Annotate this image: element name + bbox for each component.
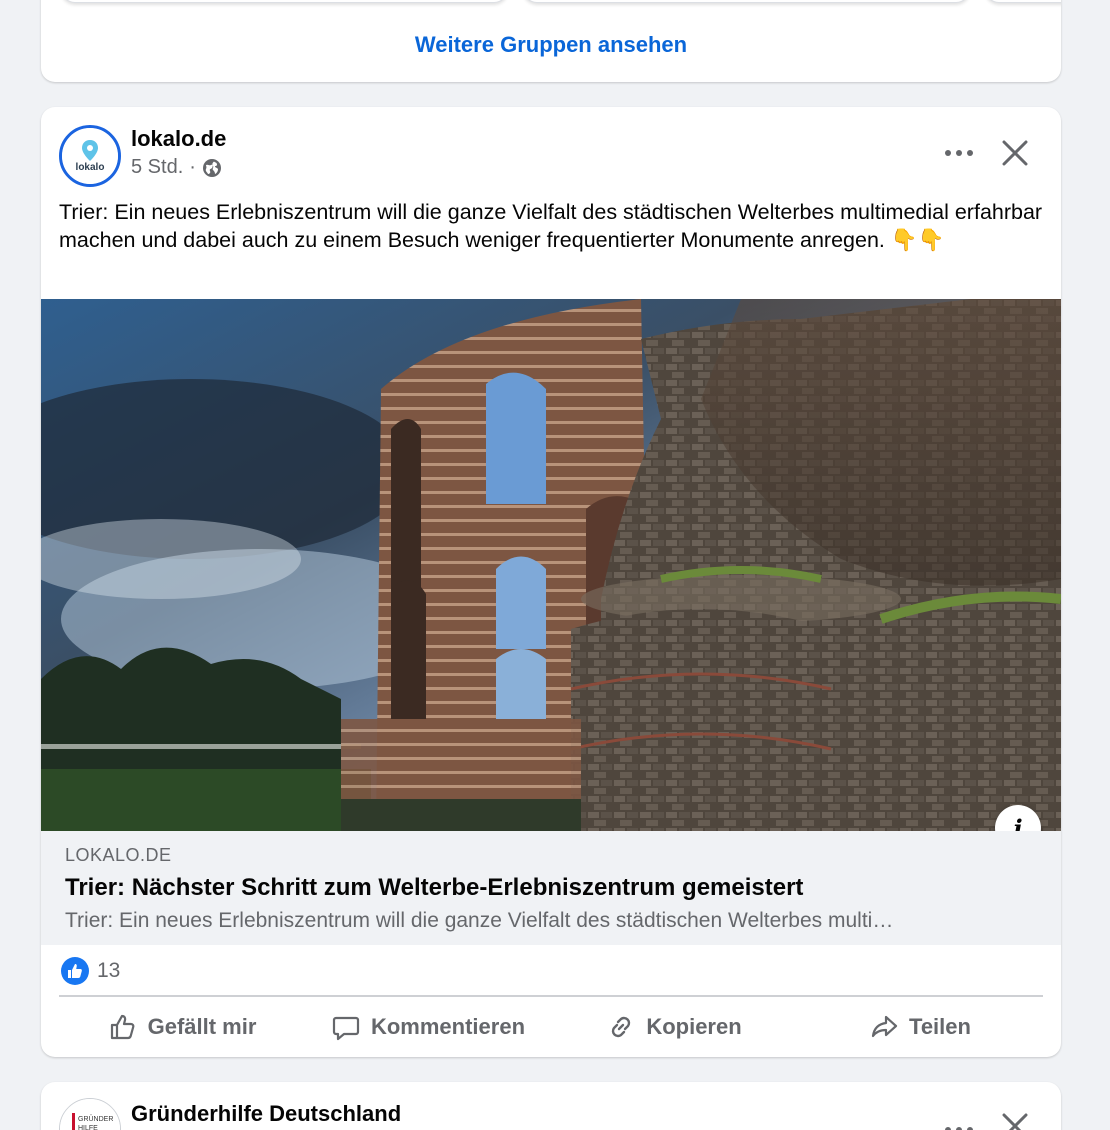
post-author[interactable]: Gründerhilfe Deutschland [131,1101,401,1127]
link-icon [612,1016,631,1038]
reaction-count: 13 [97,959,121,982]
post-meta: 5 Std. · [131,156,222,179]
avatar[interactable]: GRÜNDER HILFE [59,1098,121,1130]
link-preview[interactable]: LOKALO.DE Trier: Nächster Schritt zum We… [41,831,1061,945]
hide-post-button[interactable] [997,135,1033,171]
thumbs-up-icon [110,1014,135,1040]
hide-post-button[interactable] [997,1108,1033,1130]
see-more-groups-link[interactable]: Weitere Gruppen ansehen [41,32,1061,58]
globe-icon [202,158,221,177]
divider [59,995,1043,997]
svg-text:HILFE: HILFE [78,1125,98,1130]
lokalo-logo: lokalo [62,128,118,184]
meta-separator: · [189,156,196,178]
more-options-button[interactable] [939,1108,979,1130]
group-tile[interactable] [985,0,1061,3]
like-button[interactable]: Gefällt mir [59,1001,305,1053]
avatar[interactable]: lokalo [59,125,121,187]
share-button[interactable]: Teilen [797,1001,1043,1053]
group-tile[interactable] [61,0,508,3]
post-time[interactable]: 5 Std. [131,156,183,179]
link-title[interactable]: Trier: Nächster Schritt zum Welterbe-Erl… [65,874,803,902]
comment-label: Kommentieren [370,1014,526,1039]
copy-link-button[interactable]: Kopieren [551,1001,797,1053]
link-description: Trier: Ein neues Erlebniszentrum will di… [65,909,894,932]
svg-text:lokalo: lokalo [76,162,105,173]
close-icon [1002,140,1028,166]
ellipsis-icon [945,1127,973,1130]
groups-suggestions-card: Weitere Gruppen ansehen [41,0,1061,82]
ellipsis-icon [945,150,973,156]
close-icon [1002,1113,1028,1130]
link-domain: LOKALO.DE [65,845,172,865]
group-tile[interactable] [523,0,970,3]
post-author[interactable]: lokalo.de [131,126,226,152]
copy-label: Kopieren [646,1014,742,1039]
like-label: Gefällt mir [147,1014,257,1039]
more-options-button[interactable] [939,137,979,169]
feed-post: lokalo lokalo.de 5 Std. · Trier: Ein neu… [41,107,1061,1057]
comment-button[interactable]: Kommentieren [305,1001,551,1053]
feed-post: GRÜNDER HILFE Gründerhilfe Deutschland [41,1082,1061,1130]
comment-icon [332,1016,360,1041]
post-actions: Gefällt mir Kommentieren Kopieren Teilen [59,1001,1043,1053]
reaction-summary[interactable]: 13 [61,957,120,985]
svg-text:GRÜNDER: GRÜNDER [78,1115,113,1123]
gruenderhilfe-logo: GRÜNDER HILFE [60,1099,120,1130]
post-text: Trier: Ein neues Erlebniszentrum will di… [59,200,1043,252]
share-label: Teilen [909,1014,971,1039]
roman-ruins-photo [41,299,1061,831]
like-reaction-icon [61,957,89,985]
link-preview-image[interactable] [41,299,1061,831]
share-icon [871,1015,898,1038]
